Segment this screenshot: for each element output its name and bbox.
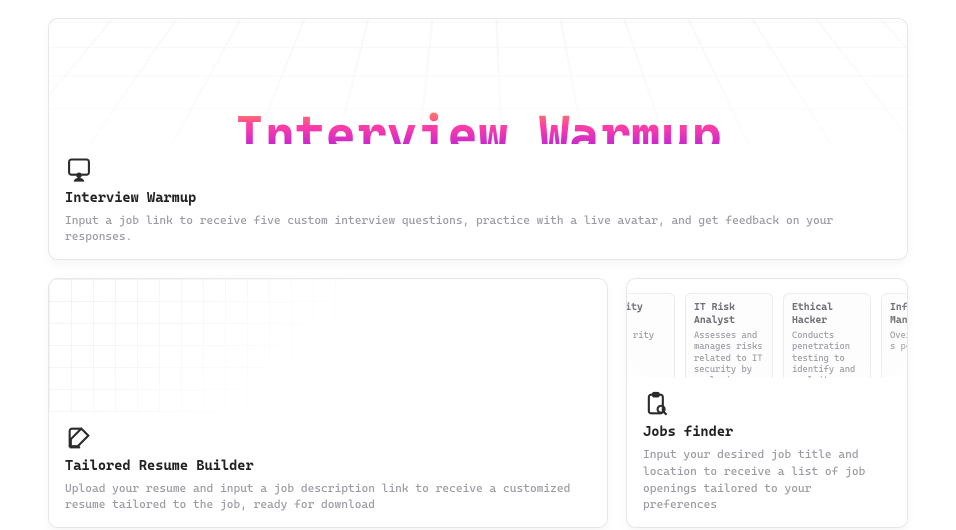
- resume-builder-title: Tailored Resume Builder: [65, 458, 591, 474]
- resume-builder-card[interactable]: Tailored Resume Builder Upload your resu…: [48, 278, 608, 528]
- feature-row: Tailored Resume Builder Upload your resu…: [48, 278, 908, 528]
- resume-builder-body: Tailored Resume Builder Upload your resu…: [49, 412, 607, 527]
- interview-warmup-body: Interview Warmup Input a job link to rec…: [49, 144, 907, 259]
- resume-builder-desc: Upload your resume and input a job descr…: [65, 480, 591, 513]
- interview-warmup-title: Interview Warmup: [65, 190, 891, 206]
- interview-warmup-card[interactable]: Interview Warmup Interview Warmup Input …: [48, 18, 908, 260]
- jobs-finder-title: Jobs finder: [643, 424, 891, 440]
- interview-warmup-desc: Input a job link to receive five custom …: [65, 212, 891, 245]
- jobs-finder-body: Jobs finder Input your desired job title…: [627, 378, 907, 527]
- pencil-note-icon: [65, 424, 93, 452]
- person-screen-icon: [65, 156, 93, 184]
- page-root: Interview Warmup Interview Warmup Input …: [0, 0, 956, 530]
- jobs-finder-desc: Input your desired job title and locatio…: [643, 446, 891, 513]
- clipboard-search-icon: [643, 390, 671, 418]
- grid-decoration: [49, 279, 440, 415]
- jobs-finder-card[interactable]: Security tant advice rity IT Risk Analys…: [626, 278, 908, 528]
